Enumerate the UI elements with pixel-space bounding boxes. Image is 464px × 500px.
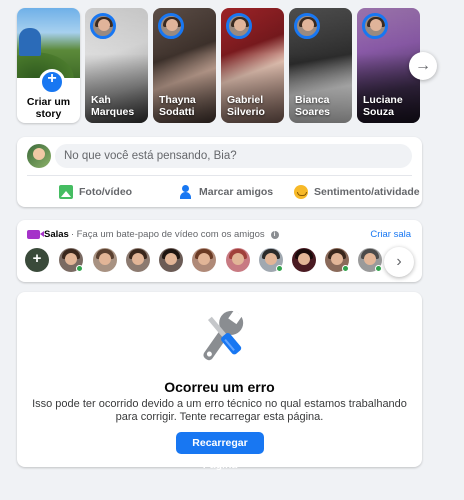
info-icon[interactable]: i (270, 230, 279, 239)
story-name: Thayna Sodatti (159, 94, 196, 118)
story-avatar (362, 13, 388, 39)
story-card-gabriel-silverio[interactable]: Gabriel Silverio (221, 8, 284, 123)
smiley-icon (294, 185, 308, 199)
avatar[interactable] (27, 144, 51, 168)
error-title: Ocorreu um erro (164, 379, 275, 395)
room-contact-avatar[interactable] (126, 248, 150, 272)
create-story-card[interactable]: + Criar um story (17, 8, 80, 123)
room-contact-avatar[interactable] (159, 248, 183, 272)
status-input[interactable]: No que você está pensando, Bia? (55, 144, 412, 168)
plus-icon: + (39, 69, 65, 95)
room-contact-avatar[interactable] (226, 248, 250, 272)
tag-friends-label: Marcar amigos (199, 186, 274, 198)
feeling-activity-label: Sentimento/atividade (314, 186, 420, 198)
create-story-label: Criar um story (26, 96, 71, 120)
rooms-avatar-row: + (25, 248, 417, 274)
rooms-next-button[interactable]: › (384, 247, 414, 277)
story-card-kah-marques[interactable]: Kah Marques (85, 8, 148, 123)
photo-video-label: Foto/vídeo (79, 186, 133, 198)
story-name: Bianca Soares (295, 94, 331, 118)
online-status-dot (342, 265, 349, 272)
reload-page-button[interactable]: Recarregar Página (176, 432, 264, 471)
video-camera-icon (27, 230, 44, 239)
rooms-card: Salas · Faça um bate-papo de vídeo com o… (17, 220, 422, 282)
story-avatar (294, 13, 320, 39)
wrench-screwdriver-icon (203, 310, 244, 361)
rooms-subtitle: · Faça um bate-papo de vídeo com os amig… (70, 229, 265, 240)
story-name: Gabriel Silverio (227, 94, 265, 118)
story-name: Kah Marques (91, 94, 135, 118)
story-card-thayna-sodatti[interactable]: Thayna Sodatti (153, 8, 216, 123)
create-room-button[interactable]: + (25, 248, 49, 272)
story-avatar (226, 13, 252, 39)
tag-friends-icon (179, 185, 193, 199)
story-avatar (90, 13, 116, 39)
online-status-dot (375, 265, 382, 272)
photo-video-button[interactable]: Foto/vídeo (59, 181, 132, 203)
story-name: Luciane Souza (363, 94, 403, 118)
divider (27, 175, 412, 176)
photo-icon (59, 185, 73, 199)
create-room-link[interactable]: Criar sala (370, 229, 411, 240)
online-status-dot (276, 265, 283, 272)
room-contact-avatar[interactable] (192, 248, 216, 272)
rooms-title: Salas (44, 229, 69, 240)
room-contact-avatar[interactable] (292, 248, 316, 272)
rooms-header: Salas · Faça um bate-papo de vídeo com o… (27, 229, 279, 240)
story-avatar (158, 13, 184, 39)
chevron-right-icon: › (396, 253, 402, 270)
online-status-dot (76, 265, 83, 272)
story-card-bianca-soares[interactable]: Bianca Soares (289, 8, 352, 123)
error-message: Isso pode ter ocorrido devido a um erro … (32, 398, 407, 423)
error-card: Ocorreu um erro Isso pode ter ocorrido d… (17, 292, 422, 471)
stories-tray: + Criar um story Kah Marques Thayna Soda… (17, 8, 427, 124)
profile-cover-image (17, 8, 80, 78)
room-contact-avatar[interactable] (93, 248, 117, 272)
post-composer: No que você está pensando, Bia? Foto/víd… (17, 137, 422, 207)
stories-next-button[interactable]: → (409, 52, 437, 80)
feeling-activity-button[interactable]: Sentimento/atividade (294, 181, 420, 203)
tag-friends-button[interactable]: Marcar amigos (179, 181, 273, 203)
plus-icon: + (32, 250, 42, 267)
arrow-right-icon: → (415, 57, 431, 74)
